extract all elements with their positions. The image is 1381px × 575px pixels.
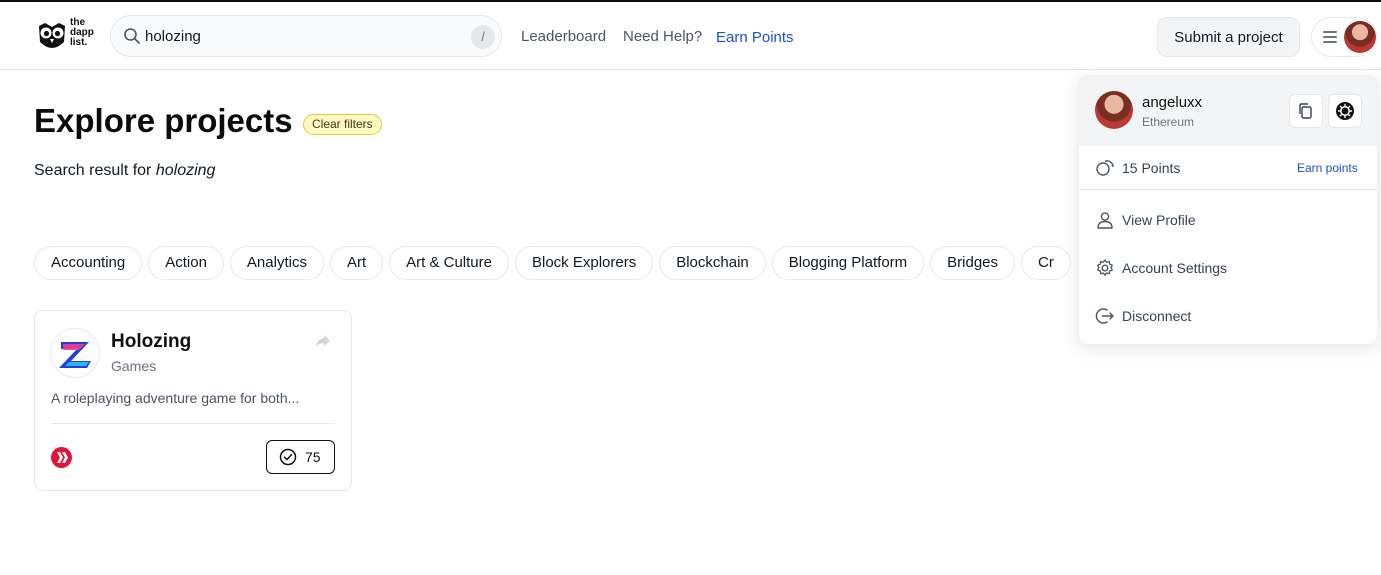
user-icon bbox=[1097, 212, 1113, 229]
category-chip-action[interactable]: Action bbox=[148, 246, 224, 280]
earn-points-link[interactable]: Earn points bbox=[1297, 161, 1358, 175]
logout-icon bbox=[1095, 308, 1114, 324]
points-value: 15 Points bbox=[1122, 160, 1181, 176]
network-button[interactable] bbox=[1328, 94, 1362, 128]
network-icon bbox=[1336, 102, 1354, 120]
username: angeluxx bbox=[1142, 94, 1203, 111]
points-row: 15 Points Earn points bbox=[1079, 146, 1377, 190]
wallet-chain: Ethereum bbox=[1142, 115, 1195, 129]
menu-item-view-profile[interactable]: View Profile bbox=[1079, 200, 1377, 240]
project-description: A roleplaying adventure game for both... bbox=[51, 390, 300, 406]
hive-chain-icon bbox=[51, 447, 72, 468]
search-bar[interactable]: / bbox=[110, 15, 502, 57]
search-result-text: Search result for holozing bbox=[34, 162, 215, 180]
search-icon bbox=[124, 28, 140, 44]
project-logo bbox=[50, 328, 100, 378]
menu-item-label: Account Settings bbox=[1122, 260, 1228, 276]
share-icon[interactable] bbox=[315, 333, 331, 349]
menu-item-label: View Profile bbox=[1122, 212, 1196, 228]
nav-leaderboard-link[interactable]: Leaderboard bbox=[521, 28, 606, 45]
card-divider bbox=[51, 423, 335, 424]
category-chip-block-explorers[interactable]: Block Explorers bbox=[515, 246, 654, 280]
category-chip-art[interactable]: Art bbox=[329, 246, 384, 280]
category-chip-bridges[interactable]: Bridges bbox=[930, 246, 1016, 280]
copy-address-button[interactable] bbox=[1289, 94, 1323, 128]
search-result-prefix: Search result for bbox=[34, 162, 152, 179]
project-card[interactable]: Holozing Games A roleplaying adventure g… bbox=[34, 310, 352, 491]
account-menu-button[interactable] bbox=[1311, 17, 1377, 57]
category-chip-cr[interactable]: Cr bbox=[1021, 246, 1071, 280]
owl-icon bbox=[39, 23, 65, 48]
hive-logo-icon bbox=[57, 452, 68, 463]
dapplist-logo[interactable]: the dapp list. bbox=[36, 18, 100, 56]
search-shortcut-key: / bbox=[471, 25, 495, 49]
account-summary: angeluxx Ethereum bbox=[1079, 76, 1377, 146]
project-category: Games bbox=[111, 358, 157, 374]
gear-icon bbox=[1097, 259, 1113, 276]
category-chip-accounting[interactable]: Accounting bbox=[34, 246, 143, 280]
avatar bbox=[1344, 21, 1376, 53]
menu-item-disconnect[interactable]: Disconnect bbox=[1079, 296, 1377, 336]
menu-item-account-settings[interactable]: Account Settings bbox=[1079, 248, 1377, 288]
points-icon bbox=[1096, 160, 1114, 176]
vote-count: 75 bbox=[305, 449, 321, 465]
category-chips: Accounting Action Analytics Art Art & Cultur… bbox=[34, 246, 1084, 280]
holozing-logo-icon bbox=[59, 342, 91, 368]
submit-project-button[interactable]: Submit a project bbox=[1157, 17, 1300, 57]
project-name: Holozing bbox=[111, 331, 192, 352]
category-chip-blockchain[interactable]: Blockchain bbox=[659, 246, 766, 280]
top-header: the dapp list. / Leaderboard Need Help? … bbox=[0, 2, 1381, 70]
hamburger-icon bbox=[1323, 31, 1337, 43]
category-chip-analytics[interactable]: Analytics bbox=[229, 246, 324, 280]
copy-icon bbox=[1299, 103, 1312, 119]
nav-need-help-link[interactable]: Need Help? bbox=[623, 28, 702, 45]
logo-wordmark: the dapp list. bbox=[70, 18, 94, 48]
logo-line: list. bbox=[70, 37, 88, 48]
category-chip-blogging-platform[interactable]: Blogging Platform bbox=[771, 246, 925, 280]
upvote-button[interactable]: 75 bbox=[266, 440, 335, 474]
avatar bbox=[1095, 91, 1133, 129]
page-title: Explore projects bbox=[34, 102, 293, 139]
clear-filters-button[interactable]: Clear filters bbox=[303, 114, 382, 135]
menu-item-label: Disconnect bbox=[1122, 308, 1192, 324]
account-dropdown: angeluxx Ethereum 15 Points Earn points bbox=[1078, 75, 1378, 345]
check-circle-icon bbox=[279, 448, 297, 466]
category-chip-art-culture[interactable]: Art & Culture bbox=[389, 246, 509, 280]
search-result-term: holozing bbox=[155, 162, 216, 179]
search-input[interactable] bbox=[145, 24, 465, 48]
nav-earn-points-link[interactable]: Earn Points bbox=[716, 29, 794, 46]
